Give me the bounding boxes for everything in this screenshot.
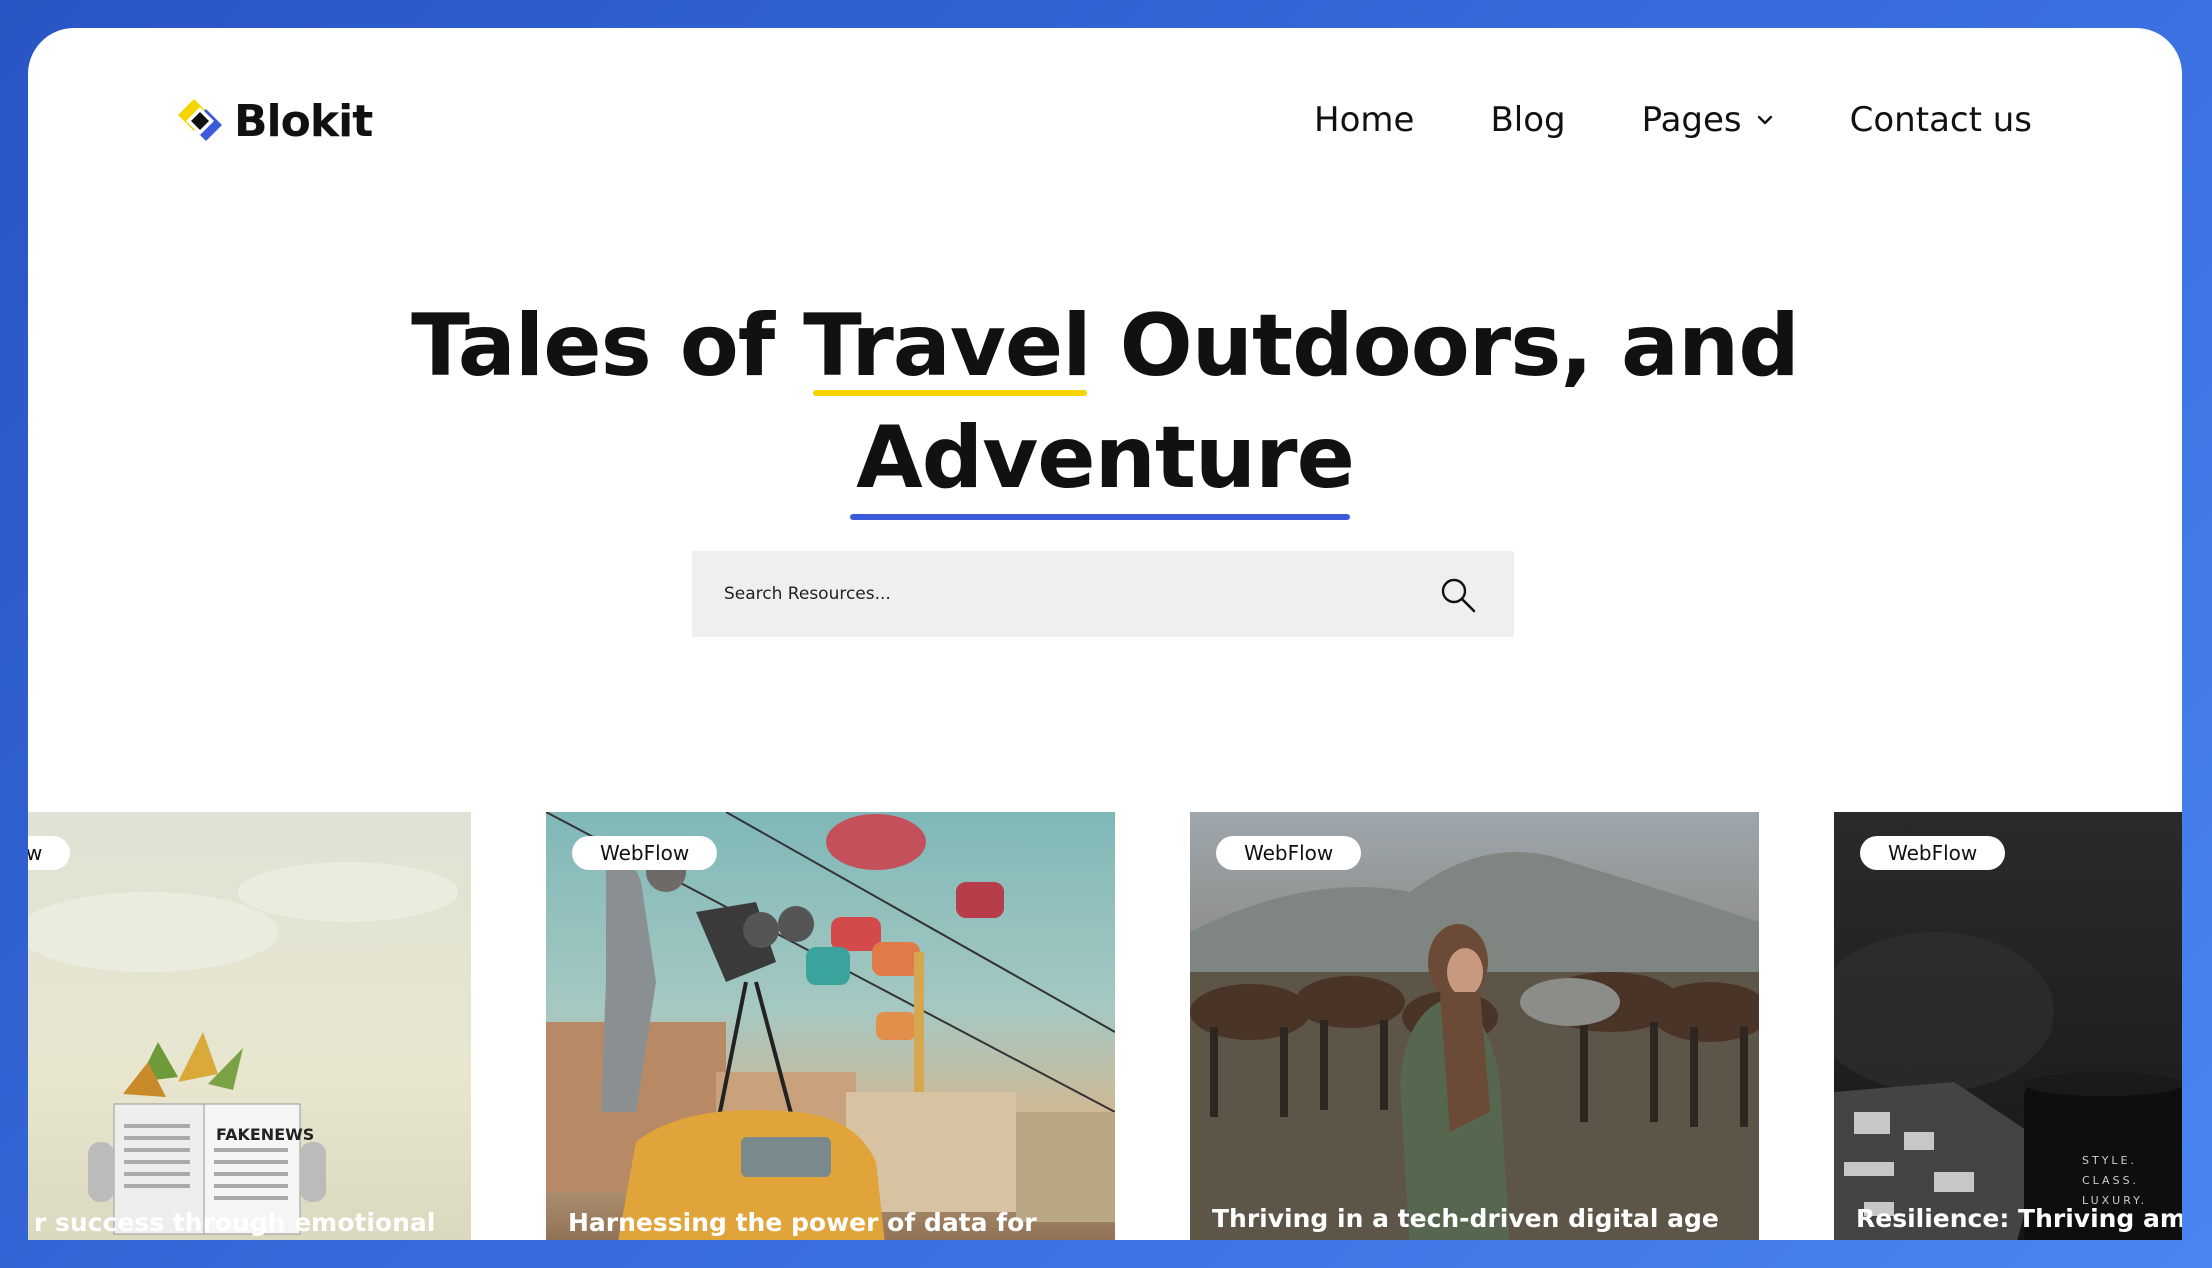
card-image [546, 812, 1115, 1240]
hero-highlight-adventure: Adventure [850, 402, 1355, 520]
card-tag: WebFlow [1216, 836, 1362, 870]
hero-heading: Tales of Travel Outdoors, and Adventure [28, 290, 2182, 520]
hero-text-part: Tales of [411, 296, 804, 396]
card-title[interactable]: Harnessing the power of data for [568, 1204, 1105, 1240]
card-title[interactable]: Thriving in a tech-driven digital age [1212, 1200, 1749, 1238]
newspaper-text: FAKENEWS [216, 1125, 314, 1144]
card-image: FAKENEWS [28, 862, 458, 1235]
brand-logo[interactable]: Blokit [174, 95, 373, 147]
brand-name: Blokit [234, 95, 373, 147]
nav-home[interactable]: Home [1314, 100, 1414, 140]
search-input[interactable] [722, 583, 1426, 605]
card-tag: WebFlow [1860, 836, 2006, 870]
card-tag: WebFlow [572, 836, 718, 870]
hero-line-1: Tales of Travel Outdoors, and [28, 290, 2182, 402]
search-bar [692, 551, 1514, 637]
logo-mark-icon [174, 95, 226, 147]
mug-text-1: STYLE. [2082, 1154, 2137, 1167]
card-title[interactable]: r success through emotional [34, 1204, 461, 1240]
nav-contact[interactable]: Contact us [1850, 100, 2032, 140]
blog-card[interactable]: STYLE. CLASS. LUXURY. WebFlow Resilience… [1834, 812, 2182, 1240]
card-tag: w [28, 836, 71, 870]
chevron-down-icon [1757, 115, 1772, 125]
nav-pages[interactable]: Pages [1642, 100, 1774, 140]
nav-blog[interactable]: Blog [1490, 100, 1565, 140]
hero-text-part: Outdoors, and [1090, 296, 1800, 396]
main-nav: Home Blog Pages Contact us [1314, 100, 2032, 140]
blog-card[interactable]: FAKENEWS w r success through emotional [28, 812, 471, 1240]
hero-line-2: Adventure [28, 402, 2182, 520]
search-icon[interactable] [1438, 575, 1478, 615]
nav-home-label: Home [1314, 100, 1415, 140]
card-title[interactable]: Resilience: Thriving amid [1856, 1200, 2182, 1238]
browser-page: Blokit Home Blog Pages Contact us Tales … [28, 28, 2182, 1240]
nav-contact-label: Contact us [1849, 100, 2032, 140]
blog-card[interactable]: WebFlow Thriving in a tech-driven digita… [1190, 812, 1759, 1240]
card-image: STYLE. CLASS. LUXURY. [1834, 932, 2182, 1240]
nav-blog-label: Blog [1490, 100, 1566, 140]
hero-highlight-travel: Travel [803, 290, 1092, 402]
mug-text-2: CLASS. [2082, 1174, 2139, 1187]
card-image [1190, 852, 1759, 1240]
blog-card[interactable]: WebFlow Harnessing the power of data for [546, 812, 1115, 1240]
nav-pages-label: Pages [1641, 100, 1742, 140]
